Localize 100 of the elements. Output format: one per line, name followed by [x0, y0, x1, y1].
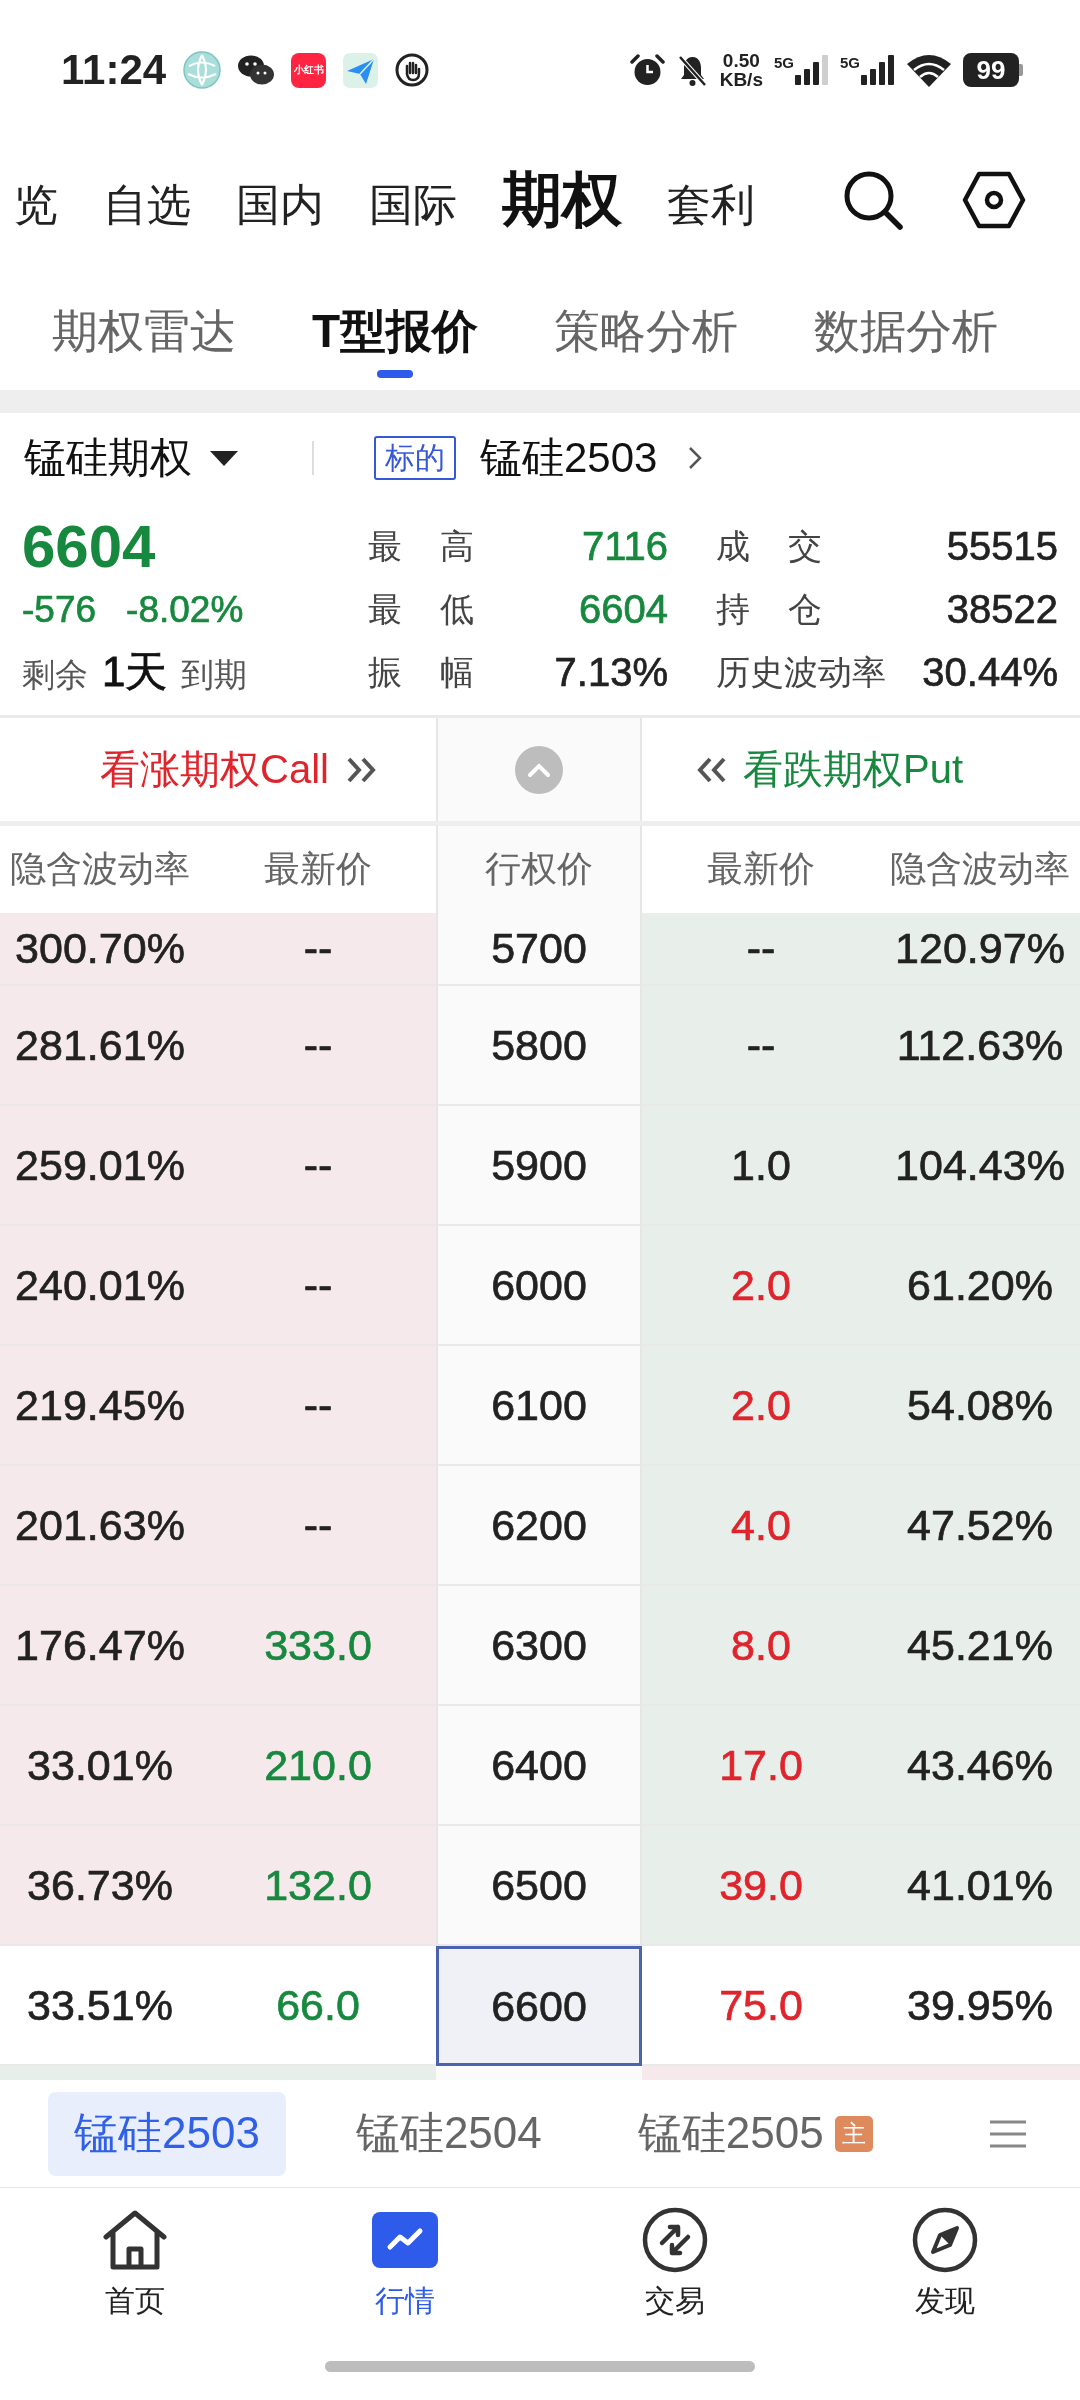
underlying-tag: 标的 — [374, 436, 456, 480]
strike-cell: 5700 — [436, 913, 642, 986]
column-header: 行权价 — [436, 826, 642, 913]
strike-cell: 6500 — [436, 1826, 642, 1946]
alarm-icon — [629, 53, 665, 87]
contract-tab[interactable]: 锰硅2503 — [48, 2091, 286, 2176]
top-nav-tab[interactable]: 套利 — [667, 179, 755, 232]
call-price-cell: 210.0 — [200, 1706, 436, 1826]
call-price-cell: -- — [200, 1346, 436, 1466]
hand-icon — [395, 53, 430, 87]
battery-indicator: 99 — [963, 53, 1023, 87]
network-speed: 0.50 — [722, 51, 760, 70]
status-time: 11:24 — [61, 49, 167, 91]
chevron-right-icon — [687, 445, 704, 471]
call-price-cell: 132.0 — [200, 1826, 436, 1946]
put-iv-cell: 61.20% — [880, 1226, 1080, 1346]
chart-icon — [372, 2212, 438, 2268]
strike-cell: 6400 — [436, 1706, 642, 1826]
sub-tab[interactable]: 策略分析 — [554, 270, 739, 390]
stat-label: 持 仓 — [716, 588, 822, 630]
put-iv-cell: 45.21% — [880, 1586, 1080, 1706]
menu-icon[interactable] — [990, 2119, 1026, 2148]
sub-tab[interactable]: 期权雷达 — [52, 270, 236, 390]
put-price-cell: -- — [642, 986, 880, 1106]
strike-cell: 6000 — [436, 1226, 642, 1346]
compass-icon — [912, 2207, 978, 2273]
stat-label: 历史波动率 — [716, 651, 886, 693]
stat-label: 成 交 — [716, 525, 822, 567]
put-price-cell: 17.0 — [642, 1706, 880, 1826]
sub-tab[interactable]: 数据分析 — [814, 270, 999, 390]
call-iv-cell: 240.01% — [0, 1226, 200, 1346]
put-price-cell: 2.0 — [642, 1226, 880, 1346]
top-nav-tab[interactable]: 览 — [14, 179, 58, 232]
contract-tab[interactable]: 锰硅2504 — [329, 2091, 568, 2176]
put-iv-cell: 112.63% — [880, 986, 1080, 1106]
stat-value: 30.44% — [922, 650, 1058, 695]
put-price-cell: 1.0 — [642, 1106, 880, 1226]
top-nav-tab[interactable]: 国际 — [369, 179, 457, 232]
put-iv-cell: 41.01% — [880, 1826, 1080, 1946]
call-iv-cell: 219.45% — [0, 1346, 200, 1466]
bottom-nav-tab[interactable]: 发现 — [810, 2188, 1080, 2335]
put-iv-cell: 47.52% — [880, 1466, 1080, 1586]
stat-value: 38522 — [946, 587, 1058, 632]
column-header: 最新价 — [706, 847, 816, 891]
column-header: 最新价 — [263, 847, 373, 891]
price-change: -576 — [22, 591, 97, 628]
expiry-label: 剩余 — [22, 657, 88, 694]
home-icon — [102, 2210, 168, 2270]
caret-down-icon — [210, 450, 238, 466]
bottom-nav-tab[interactable]: 行情 — [270, 2188, 540, 2335]
days-to-expiry: 1天 — [102, 649, 168, 696]
chevron-up-icon — [515, 745, 563, 794]
stat-label: 最 高 — [368, 525, 474, 567]
call-iv-cell: 36.73% — [0, 1826, 200, 1946]
column-header: 隐含波动率 — [9, 847, 191, 891]
strike-cell: 6100 — [436, 1346, 642, 1466]
strike-cell: 6600 — [436, 1946, 642, 2066]
put-price-cell: -- — [642, 913, 880, 986]
top-nav-tab[interactable]: 期权 — [502, 164, 622, 236]
bottom-nav-tab[interactable]: 交易 — [540, 2188, 810, 2335]
globe-icon — [183, 51, 222, 89]
network-speed-unit: KB/s — [719, 70, 763, 89]
top-nav-tab[interactable]: 国内 — [236, 179, 324, 232]
chat-bubbles-icon — [238, 55, 275, 85]
wifi-icon — [906, 53, 952, 87]
column-header: 隐含波动率 — [889, 847, 1071, 891]
bottom-nav-tab[interactable]: 首页 — [0, 2188, 270, 2335]
put-iv-cell: 54.08% — [880, 1346, 1080, 1466]
price-change-percent: -8.02% — [126, 591, 244, 628]
product-dropdown[interactable]: 锰硅期权 — [24, 430, 238, 486]
settings-icon[interactable] — [962, 171, 1026, 229]
strike-cell: 6200 — [436, 1466, 642, 1586]
call-iv-cell: 259.01% — [0, 1106, 200, 1226]
strike-cell: 5900 — [436, 1106, 642, 1226]
call-price-cell: -- — [200, 1226, 436, 1346]
call-price-cell: -- — [200, 1106, 436, 1226]
exchange-arrows-icon — [642, 2207, 708, 2273]
call-price-cell: -- — [200, 986, 436, 1106]
network-type-label: 5G — [840, 55, 860, 70]
call-iv-cell: 300.70% — [0, 913, 200, 986]
stat-value: 55515 — [946, 524, 1058, 569]
put-price-cell: 39.0 — [642, 1826, 880, 1946]
top-nav-tab[interactable]: 自选 — [103, 179, 191, 232]
underlying-link[interactable]: 锰硅2503 — [480, 430, 704, 486]
sub-tab[interactable]: T型报价 — [312, 270, 479, 390]
contract-tab[interactable]: 锰硅2505 主 — [611, 2091, 899, 2176]
call-iv-cell: 281.61% — [0, 986, 200, 1106]
app-logo: 小红书 — [291, 52, 327, 88]
network-type-label: 5G — [773, 55, 794, 70]
stat-label: 振 幅 — [368, 651, 474, 693]
signal-icon — [795, 55, 829, 85]
strike-cell: 5800 — [436, 986, 642, 1106]
search-icon[interactable] — [842, 169, 904, 231]
double-chevron-left-icon — [696, 755, 727, 784]
paper-plane-icon — [343, 52, 379, 88]
call-price-cell: -- — [200, 913, 436, 986]
put-iv-cell: 43.46% — [880, 1706, 1080, 1826]
double-chevron-right-icon — [345, 755, 377, 784]
put-price-cell: 2.0 — [642, 1346, 880, 1466]
signal-icon — [861, 55, 895, 85]
